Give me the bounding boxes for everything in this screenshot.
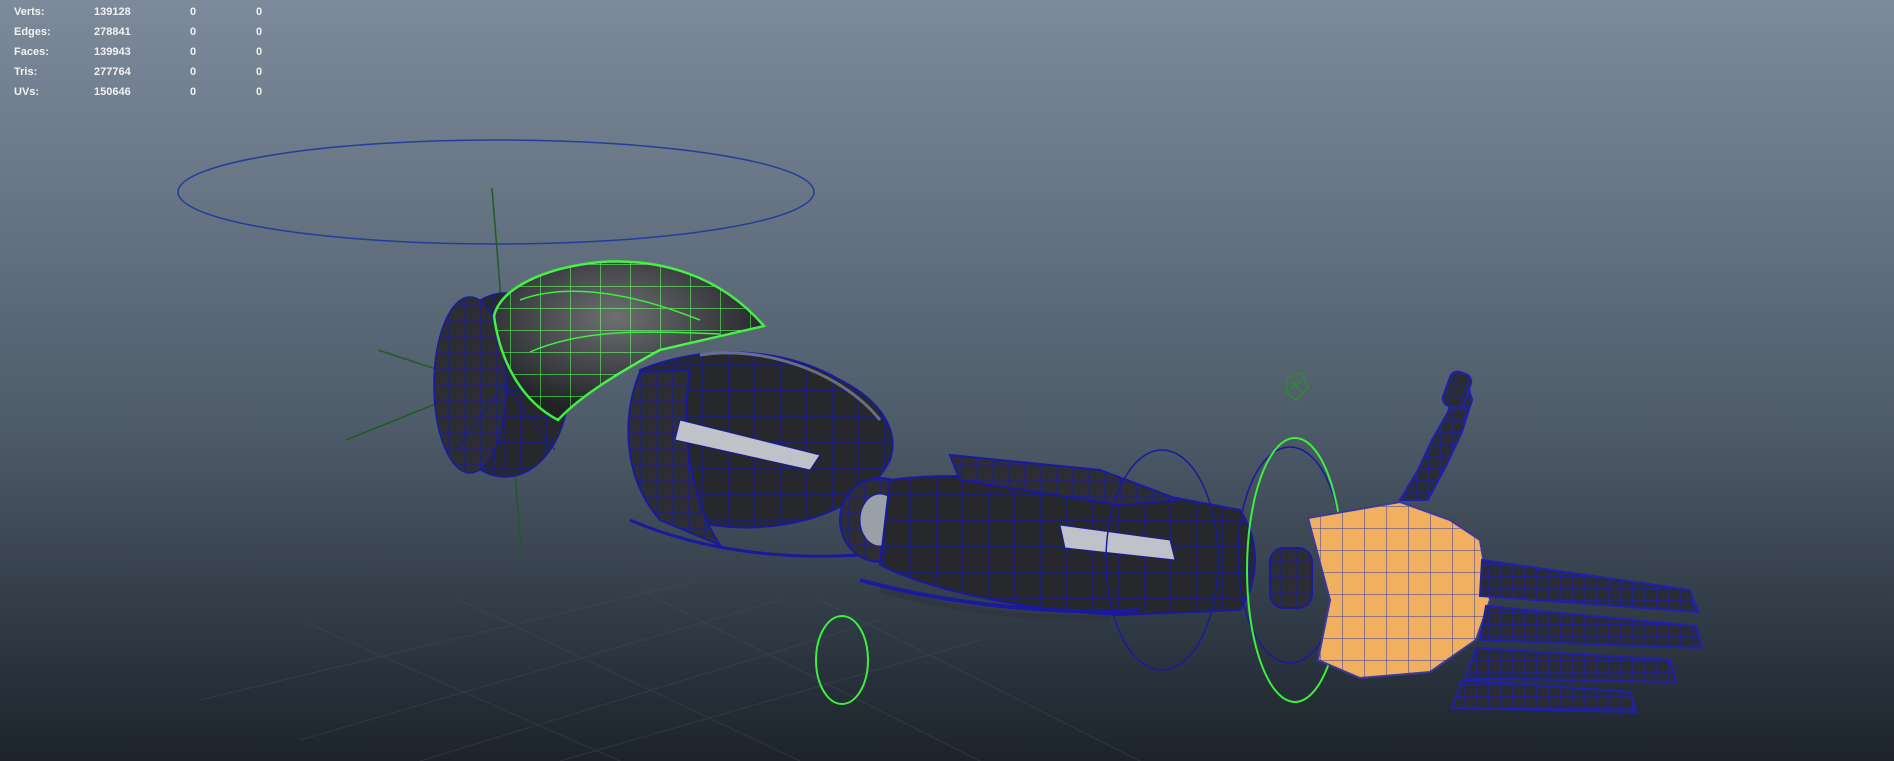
hud-row-edges: Edges: 278841 0 0 bbox=[14, 22, 286, 42]
hud-row-tris: Tris: 277764 0 0 bbox=[14, 62, 286, 82]
hud-value-components: 0 bbox=[256, 6, 263, 18]
hud-value-total: 150646 bbox=[94, 86, 131, 98]
hud-row-verts: Verts: 139128 0 0 bbox=[14, 2, 286, 22]
hud-label: Faces: bbox=[14, 46, 49, 58]
fingers[interactable] bbox=[1450, 558, 1704, 714]
hud-label: Edges: bbox=[14, 26, 51, 38]
hud-label: Tris: bbox=[14, 66, 38, 78]
hud-label: Verts: bbox=[14, 6, 45, 18]
scene-canvas[interactable] bbox=[0, 0, 1894, 761]
elbow-control-ring[interactable] bbox=[815, 615, 869, 705]
hud-row-uvs: UVs: 150646 0 0 bbox=[14, 82, 286, 102]
hand-palm[interactable] bbox=[1306, 500, 1492, 680]
wrist-pivot[interactable] bbox=[1269, 547, 1313, 609]
hud-value-total: 277764 bbox=[94, 66, 131, 78]
hud-value-selected: 0 bbox=[190, 26, 197, 38]
thumb[interactable] bbox=[1398, 369, 1474, 501]
3d-viewport[interactable]: Verts: 139128 0 0 Edges: 278841 0 0 Face… bbox=[0, 0, 1894, 761]
hud-row-faces: Faces: 139943 0 0 bbox=[14, 42, 286, 62]
hud-value-selected: 0 bbox=[190, 6, 197, 18]
hud-value-selected: 0 bbox=[190, 66, 197, 78]
hud-value-selected: 0 bbox=[190, 46, 197, 58]
hud-value-selected: 0 bbox=[190, 86, 197, 98]
hud-value-components: 0 bbox=[256, 46, 263, 58]
hud-value-total: 139943 bbox=[94, 46, 131, 58]
hud-value-total: 139128 bbox=[94, 6, 131, 18]
middle-finger[interactable] bbox=[1478, 604, 1704, 650]
poly-count-hud: Verts: 139128 0 0 Edges: 278841 0 0 Face… bbox=[14, 2, 286, 102]
ring-finger[interactable] bbox=[1464, 646, 1678, 684]
hud-value-components: 0 bbox=[256, 26, 263, 38]
hud-value-total: 278841 bbox=[94, 26, 131, 38]
forearm[interactable] bbox=[859, 453, 1256, 622]
hud-label: UVs: bbox=[14, 86, 40, 98]
hud-value-components: 0 bbox=[256, 86, 263, 98]
index-finger[interactable] bbox=[1478, 558, 1700, 614]
hud-value-components: 0 bbox=[256, 66, 263, 78]
finger-locator[interactable] bbox=[1285, 371, 1309, 402]
poly-count-table: Verts: 139128 0 0 Edges: 278841 0 0 Face… bbox=[14, 2, 286, 102]
pinky-finger[interactable] bbox=[1450, 678, 1638, 714]
